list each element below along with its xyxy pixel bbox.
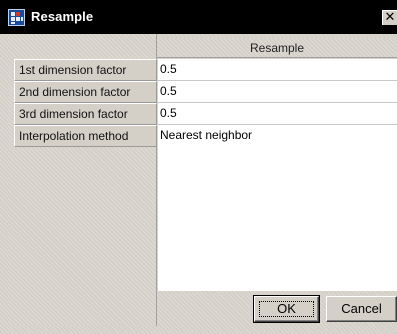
field-2nd-dimension-factor[interactable]: 0.5 [158, 81, 397, 103]
empty-table-area [158, 143, 397, 291]
focus-rect [259, 301, 314, 317]
window-title: Resample [31, 9, 94, 24]
row-label-interpolation-method: Interpolation method [14, 125, 157, 147]
field-3rd-dimension-factor[interactable]: 0.5 [158, 103, 397, 125]
table-header: Resample [157, 38, 397, 58]
ok-button[interactable]: OK [253, 295, 320, 323]
cancel-button[interactable]: Cancel [326, 296, 397, 322]
row-label-2nd-dimension-factor: 2nd dimension factor [14, 81, 157, 103]
close-icon[interactable]: ✕ [382, 10, 397, 25]
dialog-body: Resample 1st dimension factor 0.5 2nd di… [0, 34, 397, 334]
cancel-button-label: Cancel [341, 301, 382, 316]
row-label-1st-dimension-factor: 1st dimension factor [14, 59, 157, 81]
row-label-3rd-dimension-factor: 3rd dimension factor [14, 103, 157, 125]
field-1st-dimension-factor[interactable]: 0.5 [158, 59, 397, 81]
title-bar[interactable]: Resample ✕ [0, 0, 397, 34]
app-grid-icon [8, 9, 25, 26]
